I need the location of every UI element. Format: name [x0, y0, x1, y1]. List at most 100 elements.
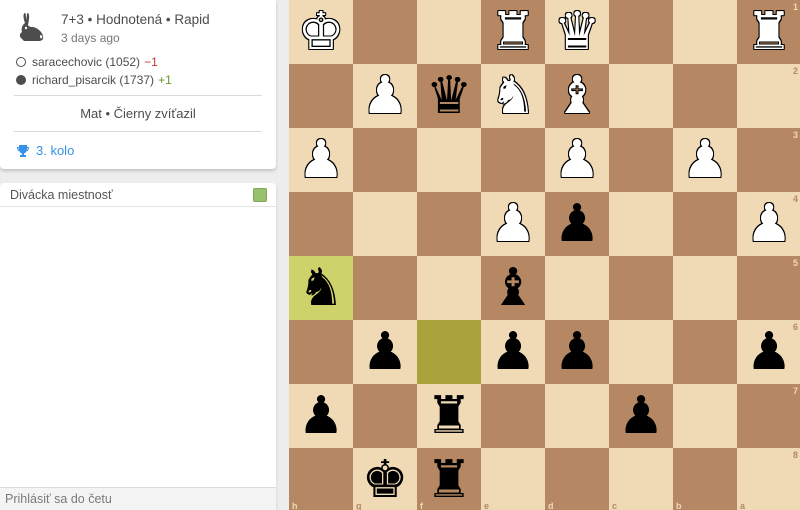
black-knight-icon[interactable]: ♞	[289, 256, 353, 320]
square-h5[interactable]: ♞	[289, 256, 353, 320]
square-f2[interactable]: ♛	[417, 64, 481, 128]
black-pawn-icon[interactable]: ♟	[609, 384, 673, 448]
chat-toggle-checkbox[interactable]	[253, 188, 267, 202]
black-king-icon[interactable]: ♚	[353, 448, 417, 510]
square-d2[interactable]: ♝	[545, 64, 609, 128]
square-a6[interactable]: 6 ♟	[737, 320, 800, 384]
square-h8[interactable]: h	[289, 448, 353, 510]
square-a2[interactable]: 2	[737, 64, 800, 128]
white-king-icon[interactable]: ♚	[289, 0, 353, 64]
square-c5[interactable]	[609, 256, 673, 320]
square-c3[interactable]	[609, 128, 673, 192]
square-e5[interactable]: ♝	[481, 256, 545, 320]
white-pawn-icon[interactable]: ♟	[481, 192, 545, 256]
black-bishop-icon[interactable]: ♝	[481, 256, 545, 320]
square-e7[interactable]	[481, 384, 545, 448]
square-f8[interactable]: f ♜	[417, 448, 481, 510]
chess-board[interactable]: ♚ ♜ ♛ 1 ♜ ♟ ♛ ♞ ♝ 2 ♟ ♟ ♟ 3 ♟ ♟ 4 ♟ ♞ ♝ 5 ♟ ♟ ♟ 6 ♟ ♟ ♜ ♟ 7 h g ♚ f ♜ e d c b 8…	[289, 0, 800, 510]
white-rook-icon[interactable]: ♜	[737, 0, 800, 64]
player-white-name[interactable]: saracechovic (1052)	[32, 55, 140, 69]
square-b3[interactable]: ♟	[673, 128, 737, 192]
square-a4[interactable]: 4 ♟	[737, 192, 800, 256]
square-f5[interactable]	[417, 256, 481, 320]
square-b2[interactable]	[673, 64, 737, 128]
square-d6[interactable]: ♟	[545, 320, 609, 384]
square-e8[interactable]: e	[481, 448, 545, 510]
player-black-rating-diff: +1	[158, 73, 172, 87]
square-g6[interactable]: ♟	[353, 320, 417, 384]
square-a1[interactable]: 1 ♜	[737, 0, 800, 64]
black-pawn-icon[interactable]: ♟	[737, 320, 800, 384]
square-h2[interactable]	[289, 64, 353, 128]
square-b4[interactable]	[673, 192, 737, 256]
white-bishop-icon[interactable]: ♝	[545, 64, 609, 128]
square-f7[interactable]: ♜	[417, 384, 481, 448]
square-h4[interactable]	[289, 192, 353, 256]
square-e4[interactable]: ♟	[481, 192, 545, 256]
white-pawn-icon[interactable]: ♟	[545, 128, 609, 192]
square-f3[interactable]	[417, 128, 481, 192]
square-e6[interactable]: ♟	[481, 320, 545, 384]
white-pawn-icon[interactable]: ♟	[353, 64, 417, 128]
square-h6[interactable]	[289, 320, 353, 384]
square-b7[interactable]	[673, 384, 737, 448]
rank-label-2: 2	[792, 66, 798, 76]
white-knight-icon[interactable]: ♞	[481, 64, 545, 128]
square-c4[interactable]	[609, 192, 673, 256]
square-f1[interactable]	[417, 0, 481, 64]
square-g7[interactable]	[353, 384, 417, 448]
square-b1[interactable]	[673, 0, 737, 64]
square-d1[interactable]: ♛	[545, 0, 609, 64]
square-g4[interactable]	[353, 192, 417, 256]
square-h1[interactable]: ♚	[289, 0, 353, 64]
black-rook-icon[interactable]: ♜	[417, 384, 481, 448]
square-a3[interactable]: 3	[737, 128, 800, 192]
square-c2[interactable]	[609, 64, 673, 128]
square-f6[interactable]	[417, 320, 481, 384]
white-pawn-icon[interactable]: ♟	[673, 128, 737, 192]
square-a5[interactable]: 5	[737, 256, 800, 320]
square-e1[interactable]: ♜	[481, 0, 545, 64]
square-g2[interactable]: ♟	[353, 64, 417, 128]
chat-input[interactable]	[0, 487, 276, 510]
square-e2[interactable]: ♞	[481, 64, 545, 128]
square-d3[interactable]: ♟	[545, 128, 609, 192]
black-pawn-icon[interactable]: ♟	[289, 384, 353, 448]
square-g1[interactable]	[353, 0, 417, 64]
square-c7[interactable]: ♟	[609, 384, 673, 448]
player-black-name[interactable]: richard_pisarcik (1737)	[32, 73, 154, 87]
square-c6[interactable]	[609, 320, 673, 384]
white-rook-icon[interactable]: ♜	[481, 0, 545, 64]
square-d7[interactable]	[545, 384, 609, 448]
square-g8[interactable]: g ♚	[353, 448, 417, 510]
file-label-a: a	[740, 501, 746, 510]
square-f4[interactable]	[417, 192, 481, 256]
square-c8[interactable]: c	[609, 448, 673, 510]
square-h7[interactable]: ♟	[289, 384, 353, 448]
round-link[interactable]: 3. kolo	[16, 143, 74, 158]
square-d8[interactable]: d	[545, 448, 609, 510]
square-d5[interactable]	[545, 256, 609, 320]
square-b6[interactable]	[673, 320, 737, 384]
square-g3[interactable]	[353, 128, 417, 192]
black-pawn-icon[interactable]: ♟	[545, 320, 609, 384]
square-a7[interactable]: 7	[737, 384, 800, 448]
white-queen-icon[interactable]: ♛	[545, 0, 609, 64]
square-b8[interactable]: b	[673, 448, 737, 510]
square-e3[interactable]	[481, 128, 545, 192]
game-result: Mat • Čierny zvíťazil	[14, 95, 262, 132]
black-pawn-icon[interactable]: ♟	[545, 192, 609, 256]
square-g5[interactable]	[353, 256, 417, 320]
white-pawn-icon[interactable]: ♟	[289, 128, 353, 192]
square-h3[interactable]: ♟	[289, 128, 353, 192]
white-pawn-icon[interactable]: ♟	[737, 192, 800, 256]
square-b5[interactable]	[673, 256, 737, 320]
black-queen-icon[interactable]: ♛	[417, 64, 481, 128]
square-a8[interactable]: 8a	[737, 448, 800, 510]
black-pawn-icon[interactable]: ♟	[481, 320, 545, 384]
white-side-icon	[16, 57, 26, 67]
square-d4[interactable]: ♟	[545, 192, 609, 256]
square-c1[interactable]	[609, 0, 673, 64]
black-rook-icon[interactable]: ♜	[417, 448, 481, 510]
black-pawn-icon[interactable]: ♟	[353, 320, 417, 384]
